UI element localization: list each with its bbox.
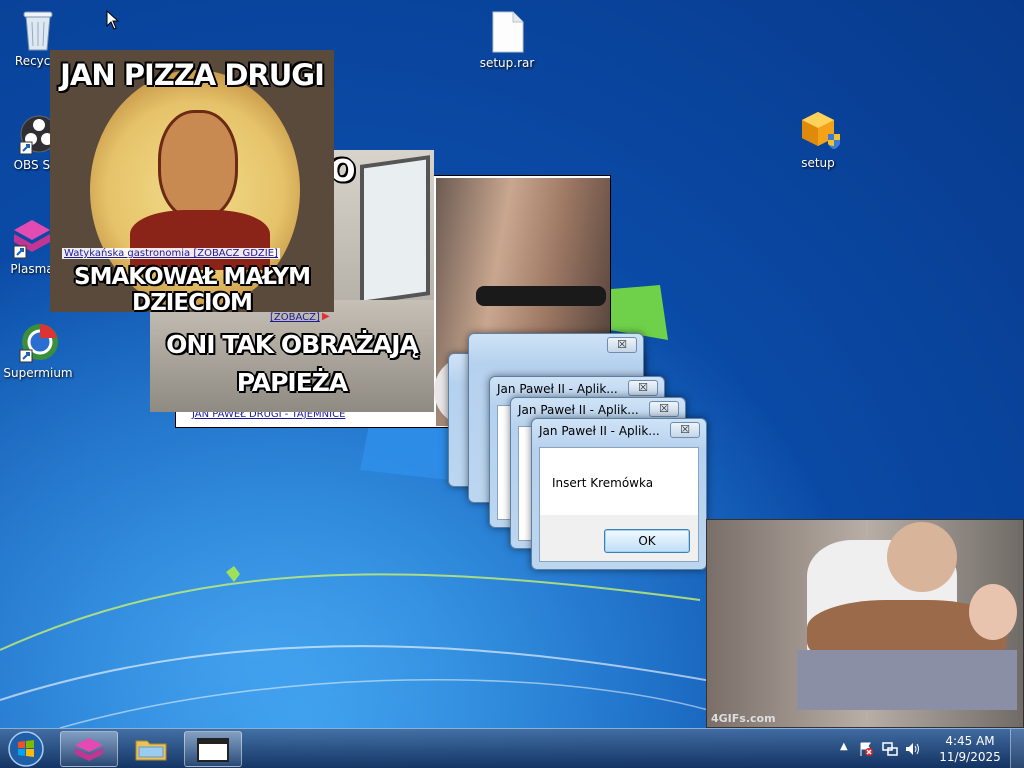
- dialog-title: Jan Paweł II - Aplik...: [539, 424, 660, 438]
- plasma-icon: [75, 738, 103, 761]
- application-window-icon: [197, 738, 229, 762]
- mouse-cursor-icon: [106, 10, 120, 30]
- clock-date: 11/9/2025: [939, 750, 1001, 764]
- desktop-icon-setup-rar[interactable]: setup.rar: [471, 10, 543, 70]
- meme-photo-detail: [476, 286, 606, 306]
- supermium-icon: [18, 320, 58, 364]
- meme-link-watykanska[interactable]: Watykańska gastronomia [ZOBACZ GDZIE]: [62, 248, 280, 259]
- file-icon: [487, 10, 527, 54]
- desktop: Recycle OBS Stu Plasma Supermium setup.r…: [0, 0, 1024, 728]
- meme-photo-shorts: [797, 650, 1017, 710]
- meme-bottom-line-1: ONI TAK OBRAŻAJĄ: [166, 330, 419, 359]
- network-icon[interactable]: [882, 741, 898, 757]
- dialog-message: Insert Kremówka: [552, 476, 654, 490]
- taskbar: ▲ 4:45 AM 11/9/2025: [0, 728, 1024, 768]
- meme-photo-face: [887, 522, 957, 592]
- desktop-icon-label: setup: [801, 156, 835, 170]
- action-center-flag-icon[interactable]: [858, 741, 874, 757]
- setup-installer-icon: [798, 110, 840, 154]
- dialog-client: Insert Kremówka OK: [539, 447, 699, 562]
- meme-photo-face: [158, 110, 238, 220]
- meme-bottom-line-2: PAPIEŻA: [236, 368, 349, 397]
- dialog-footer: OK: [540, 515, 698, 561]
- meme-photo-detail: [130, 210, 270, 270]
- desktop-icon-label: Supermium: [3, 366, 73, 380]
- windows-orb-icon: [8, 731, 44, 767]
- volume-icon[interactable]: [904, 741, 920, 757]
- dialog-title: Jan Paweł II - Aplik...: [518, 403, 639, 417]
- desktop-icon-supermium[interactable]: Supermium: [2, 320, 74, 380]
- show-hidden-icons-chevron[interactable]: ▲: [840, 741, 848, 752]
- show-desktop-button[interactable]: [1010, 729, 1024, 768]
- start-button[interactable]: [4, 730, 48, 768]
- taskbar-clock[interactable]: 4:45 AM 11/9/2025: [938, 733, 1002, 765]
- dialog-title: Jan Paweł II - Aplik...: [497, 382, 618, 396]
- message-box-front[interactable]: Jan Paweł II - Aplik... ☒ Insert Kremówk…: [531, 418, 707, 570]
- meme-photo-monitor: [360, 155, 430, 305]
- meme-link-zobacz[interactable]: [ZOBACZ]: [268, 312, 322, 323]
- clock-time: 4:45 AM: [945, 734, 995, 748]
- meme-link-arrow-icon: ▶: [322, 311, 330, 322]
- popup-image-gif[interactable]: 4GIFs.com: [706, 519, 1024, 728]
- ok-button[interactable]: OK: [604, 529, 690, 553]
- desktop-icon-setup[interactable]: setup: [782, 110, 854, 170]
- taskbar-button-explorer[interactable]: [122, 731, 180, 767]
- meme-photo-face-small: [969, 584, 1017, 640]
- desktop-icon-label: setup.rar: [479, 56, 535, 70]
- gif-watermark: 4GIFs.com: [711, 712, 776, 725]
- close-button[interactable]: ☒: [628, 380, 658, 396]
- close-button[interactable]: ☒: [649, 401, 679, 417]
- taskbar-button-window[interactable]: [184, 731, 242, 767]
- meme-top-text: JAN PIZZA DRUGI: [60, 58, 325, 92]
- close-button[interactable]: ☒: [670, 422, 700, 438]
- close-button[interactable]: ☒: [607, 337, 637, 353]
- meme-bottom-text: SMAKOWAŁ MAŁYM DZIECIOM: [74, 264, 311, 312]
- plasma-icon: [12, 216, 52, 260]
- system-tray: ▲ 4:45 AM 11/9/2025: [834, 729, 1024, 768]
- recycle-bin-icon: [18, 8, 58, 52]
- taskbar-button-plasma[interactable]: [60, 731, 118, 767]
- popup-image-pizza[interactable]: JAN PIZZA DRUGI Watykańska gastronomia […: [50, 50, 334, 312]
- folder-icon: [135, 740, 167, 761]
